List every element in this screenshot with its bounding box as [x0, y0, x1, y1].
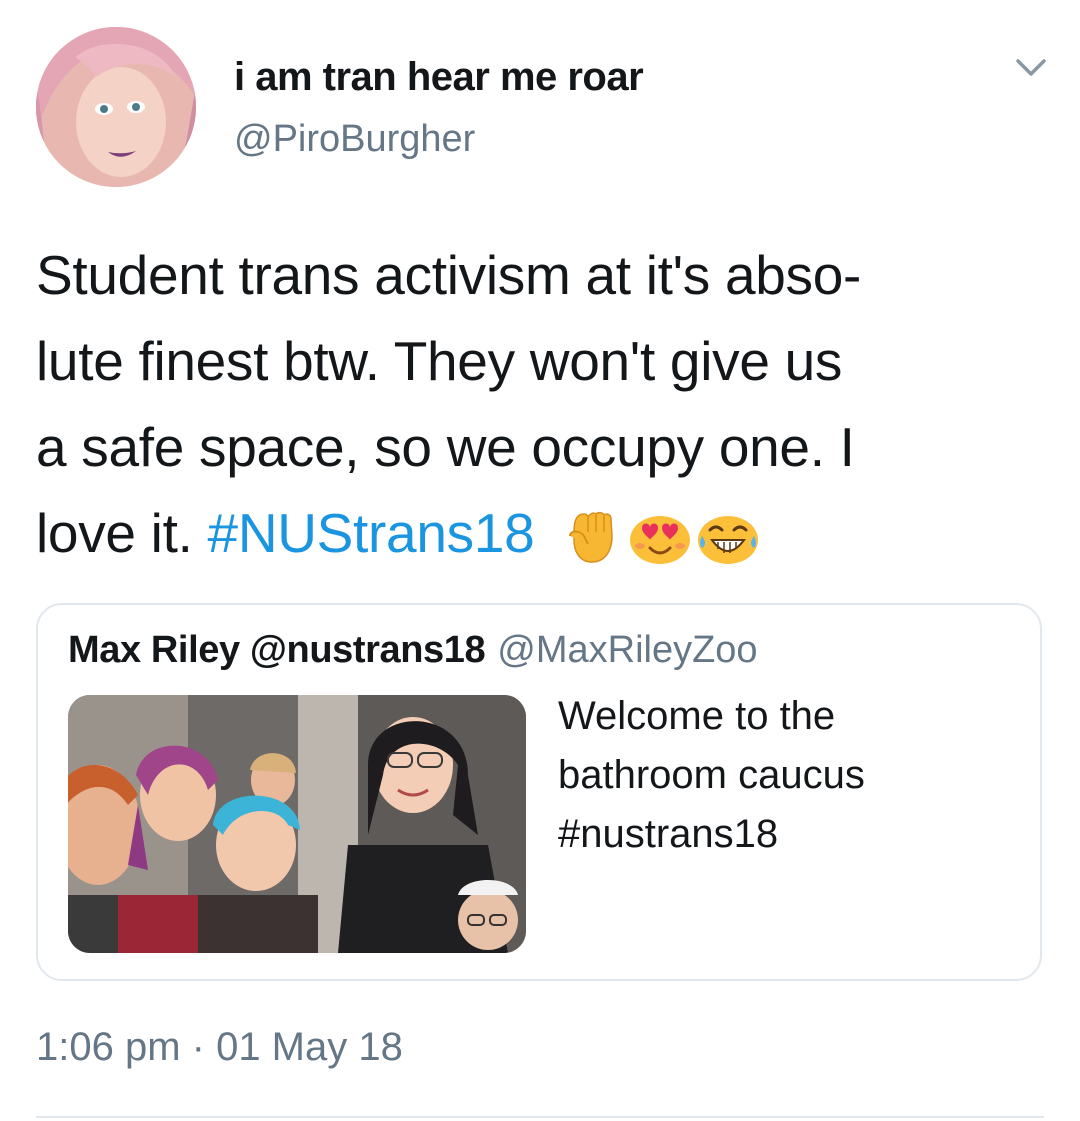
divider	[36, 1116, 1044, 1118]
tweet-line-last: love it. #NUStrans18	[36, 490, 1046, 580]
quoted-tweet-image[interactable]	[68, 695, 526, 953]
quoted-tweet-line: Welcome to the	[558, 694, 836, 738]
author-handle[interactable]: @PiroBurgher	[234, 118, 475, 161]
chevron-down-icon[interactable]	[1012, 52, 1050, 82]
heart-eyes-emoji	[628, 506, 692, 566]
quoted-tweet-text: Welcome to the bathroom caucus #nustrans…	[558, 687, 1018, 864]
quoted-tweet-line: #nustrans18	[558, 812, 779, 856]
tweet-line: lute finest btw. They won't give us	[36, 330, 843, 392]
quoted-tweet-handle: @MaxRileyZoo	[497, 629, 758, 671]
tweet-body: Student trans activism at it's abso- lut…	[36, 232, 1046, 580]
raised-fist-emoji	[560, 506, 624, 566]
quoted-tweet-card[interactable]: Max Riley @nustrans18 @MaxRileyZoo Welco…	[36, 603, 1042, 981]
emoji-row	[560, 488, 764, 574]
avatar-photo	[36, 27, 196, 187]
tweet-timestamp[interactable]: 1:06 pm · 01 May 18	[36, 1025, 403, 1070]
tears-of-joy-emoji	[696, 506, 760, 566]
group-selfie-photo	[68, 695, 526, 953]
author-avatar[interactable]	[36, 27, 196, 187]
quoted-tweet-name: Max Riley @nustrans18	[68, 629, 486, 671]
author-display-name[interactable]: i am tran hear me roar	[234, 55, 644, 100]
tweet-line: a safe space, so we occupy one. I	[36, 416, 855, 478]
quoted-tweet-line: bathroom caucus	[558, 753, 865, 797]
tweet-line-text: love it.	[36, 502, 208, 564]
quoted-tweet-header: Max Riley @nustrans18 @MaxRileyZoo	[68, 629, 758, 672]
hashtag-link[interactable]: #NUStrans18	[208, 502, 535, 564]
tweet-line: Student trans activism at it's abso-	[36, 244, 862, 306]
